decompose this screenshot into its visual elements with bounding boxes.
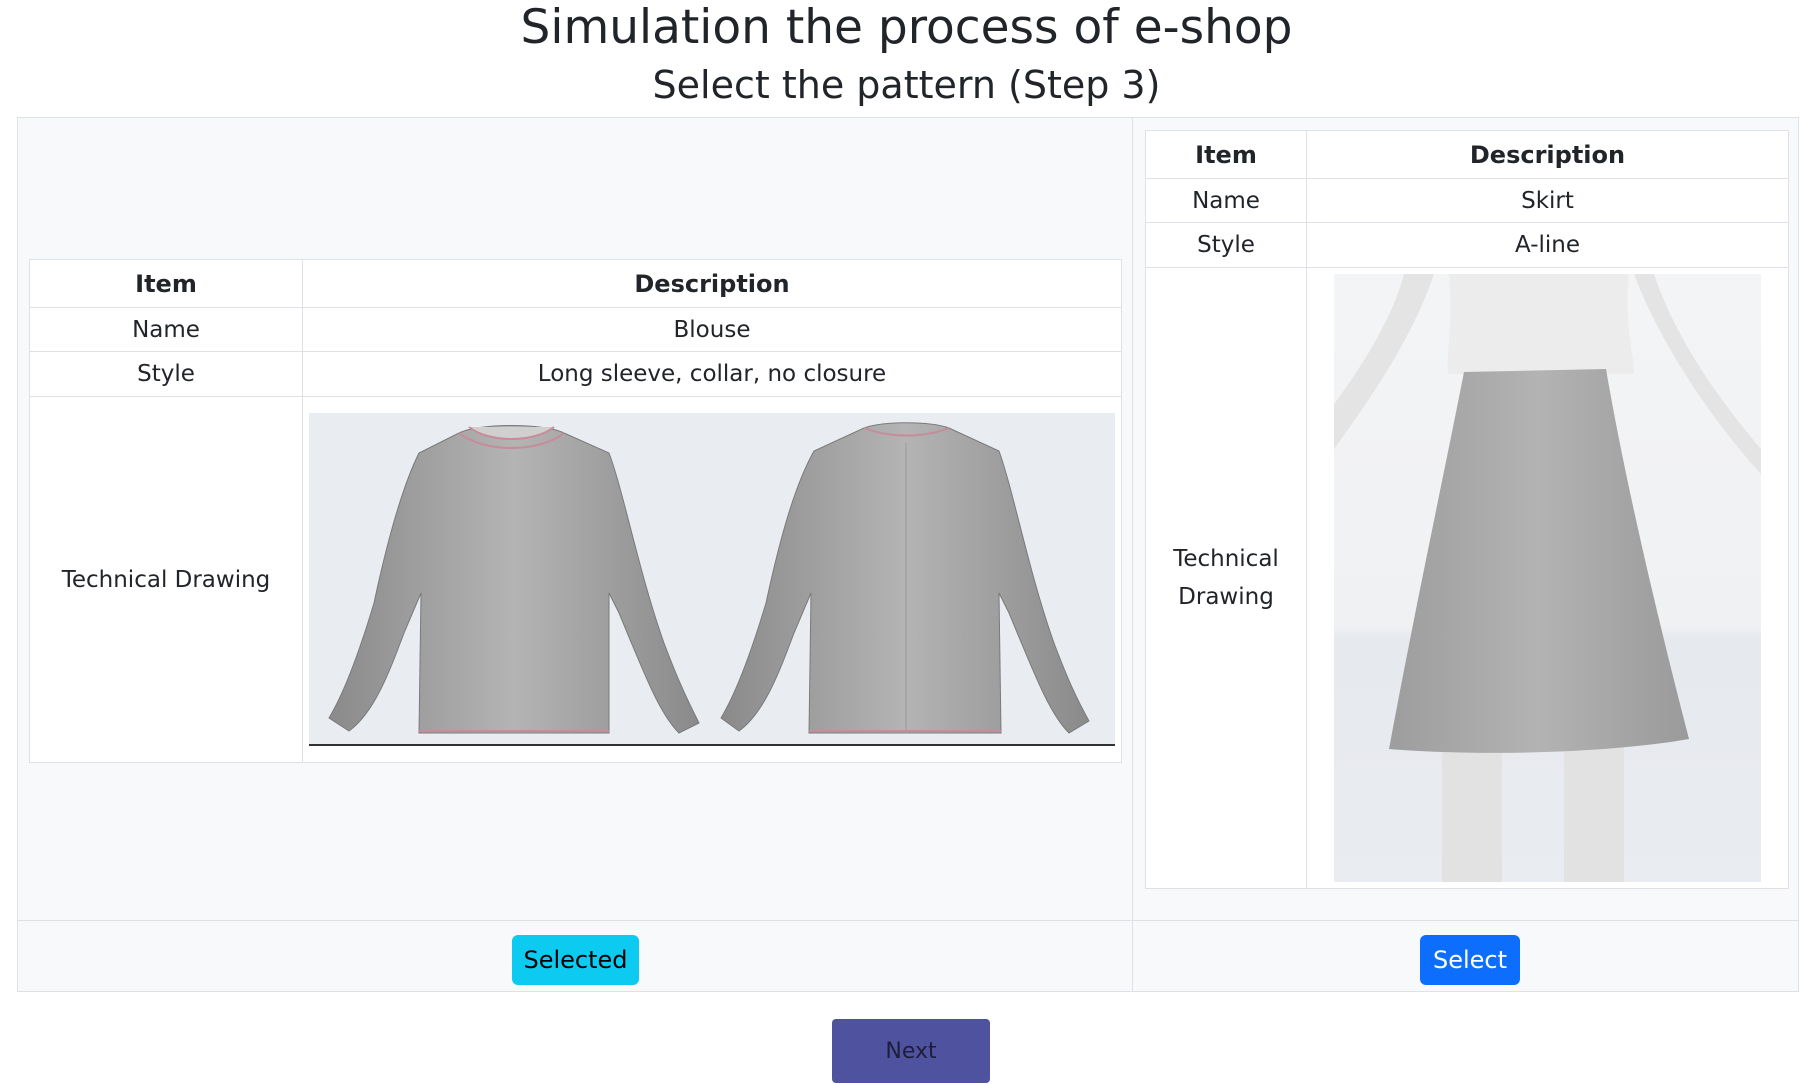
blouse-info-table: Item Description Name Blouse Style Long … <box>29 259 1122 763</box>
row-label-drawing: Technical Drawing <box>29 396 303 763</box>
table-header-item: Item <box>29 259 303 308</box>
row-value-name: Skirt <box>1306 178 1789 223</box>
row-value-style: A-line <box>1306 222 1789 268</box>
select-button[interactable]: Select <box>1420 935 1520 985</box>
skirt-illustration <box>1334 274 1761 882</box>
row-divider <box>17 920 1799 921</box>
column-divider <box>1132 117 1133 992</box>
row-label-name: Name <box>1145 178 1307 223</box>
row-label-drawing: Technical Drawing <box>1145 267 1307 889</box>
table-header-description: Description <box>302 259 1122 308</box>
blouse-front-back-image <box>309 413 1115 746</box>
selected-button[interactable]: Selected <box>512 935 639 985</box>
row-label-style: Style <box>29 351 303 397</box>
blouse-illustration <box>328 422 1090 734</box>
next-button[interactable]: Next <box>832 1019 990 1083</box>
table-row: Technical Drawing <box>29 396 1122 763</box>
table-row: Name Blouse <box>29 307 1122 352</box>
table-row: Technical Drawing <box>1145 267 1789 889</box>
row-value-style: Long sleeve, collar, no closure <box>302 351 1122 397</box>
page-subtitle: Select the pattern (Step 3) <box>652 63 1161 107</box>
table-header-description: Description <box>1306 130 1789 179</box>
drawing-cell <box>302 396 1122 763</box>
table-row: Style A-line <box>1145 222 1789 268</box>
skirt-on-mannequin-image <box>1334 274 1761 882</box>
drawing-cell <box>1306 267 1789 889</box>
table-row: Name Skirt <box>1145 178 1789 223</box>
row-label-style: Style <box>1145 222 1307 268</box>
table-header-item: Item <box>1145 130 1307 179</box>
table-row: Style Long sleeve, collar, no closure <box>29 351 1122 397</box>
row-value-name: Blouse <box>302 307 1122 352</box>
skirt-info-table: Item Description Name Skirt Style A-line… <box>1145 130 1789 889</box>
row-label-name: Name <box>29 307 303 352</box>
page-title: Simulation the process of e-shop <box>520 0 1293 55</box>
